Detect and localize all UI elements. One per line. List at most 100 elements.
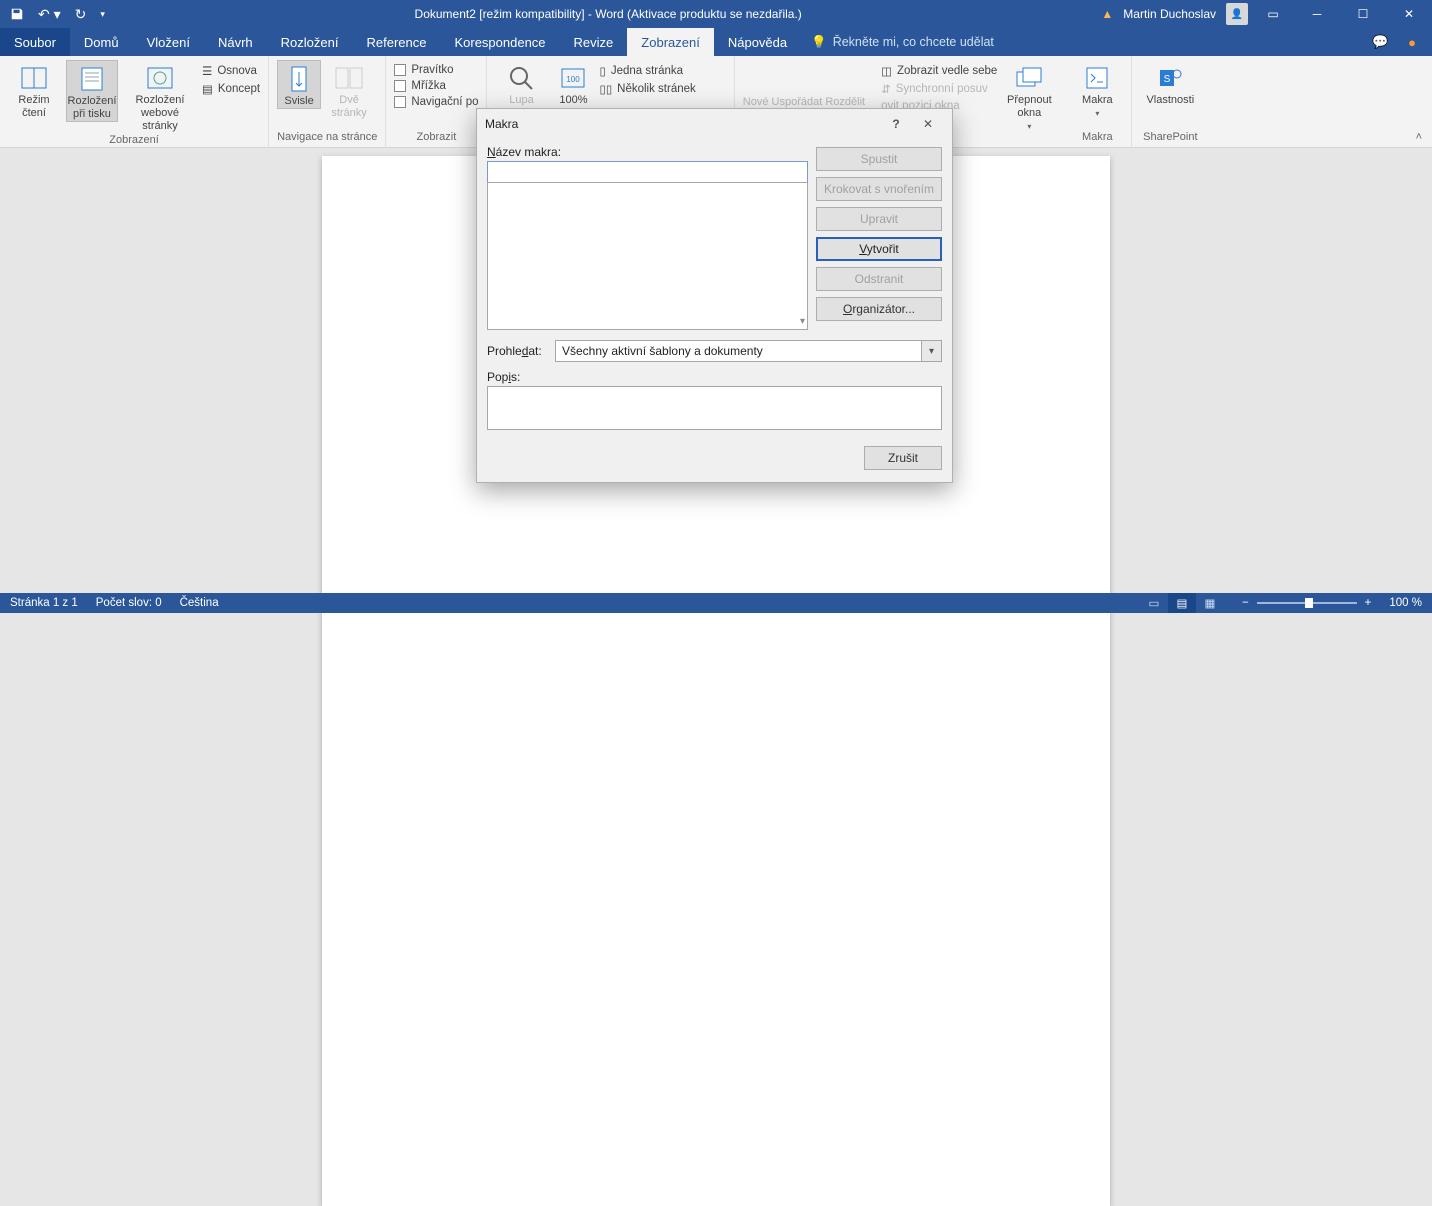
zoom-slider-thumb[interactable] xyxy=(1305,598,1313,608)
macro-name-input[interactable] xyxy=(487,161,808,183)
maximize-button[interactable]: ☐ xyxy=(1340,0,1386,28)
properties-button[interactable]: S Vlastnosti xyxy=(1140,60,1200,107)
web-layout-button[interactable]: Rozložení webové stránky xyxy=(124,60,196,134)
create-button[interactable]: Vytvořit xyxy=(816,237,942,261)
group-page-nav-label: Navigace na stránce xyxy=(277,131,377,147)
minimize-button[interactable]: ─ xyxy=(1294,0,1340,28)
pending-dot-icon[interactable]: ● xyxy=(1408,35,1416,50)
switch-windows-icon xyxy=(1013,64,1045,92)
organizer-button[interactable]: Organizátor... xyxy=(816,297,942,321)
read-mode-icon xyxy=(18,64,50,92)
group-views-label: Zobrazení xyxy=(8,134,260,148)
avatar[interactable]: 👤 xyxy=(1226,3,1248,25)
tab-insert[interactable]: Vložení xyxy=(133,28,204,56)
page-number-status[interactable]: Stránka 1 z 1 xyxy=(10,597,78,609)
tab-help[interactable]: Nápověda xyxy=(714,28,801,56)
web-layout-icon xyxy=(144,64,176,92)
switch-windows-button[interactable]: Přepnout okna ▾ xyxy=(1003,60,1055,132)
read-mode-label: Režim čtení xyxy=(18,94,49,120)
checkbox-icon xyxy=(394,96,406,108)
macros-button[interactable]: Makra ▾ xyxy=(1071,60,1123,119)
tab-view[interactable]: Zobrazení xyxy=(627,28,714,56)
status-bar: Stránka 1 z 1 Počet slov: 0 Čeština ▭ ▤ … xyxy=(0,593,1432,613)
group-macros: Makra ▾ Makra xyxy=(1063,56,1132,147)
read-mode-view-button[interactable]: ▭ xyxy=(1140,593,1168,613)
ribbon-display-icon[interactable]: ▭ xyxy=(1258,7,1288,21)
web-layout-view-button[interactable]: ▦ xyxy=(1196,593,1224,613)
lookin-label: Prohledat: xyxy=(487,344,547,358)
save-icon[interactable] xyxy=(10,7,24,21)
user-name[interactable]: Martin Duchoslav xyxy=(1123,7,1216,21)
read-mode-button[interactable]: Režim čtení xyxy=(8,60,60,120)
feedback-icon[interactable]: 💬 xyxy=(1372,34,1388,50)
dialog-help-button[interactable]: ? xyxy=(880,109,912,139)
side-by-side-button[interactable]: ◫Zobrazit vedle sebe xyxy=(881,64,997,78)
group-macros-label: Makra xyxy=(1071,131,1123,147)
delete-button: Odstranit xyxy=(816,267,942,291)
side-to-side-button: Dvě stránky xyxy=(327,60,371,120)
print-layout-button[interactable]: Rozložení při tisku xyxy=(66,60,118,122)
undo-icon[interactable]: ↶ ▾ xyxy=(38,6,61,23)
word-count-status[interactable]: Počet slov: 0 xyxy=(96,597,162,609)
description-textarea[interactable] xyxy=(487,386,942,430)
outline-button[interactable]: ☰Osnova xyxy=(202,64,260,78)
one-page-button[interactable]: ▯Jedna stránka xyxy=(599,64,695,78)
tab-file[interactable]: Soubor xyxy=(0,28,70,56)
group-show: Pravítko Mřížka Navigační po Zobrazit xyxy=(386,56,487,147)
tab-design[interactable]: Návrh xyxy=(204,28,267,56)
zoom-label: Lupa xyxy=(509,94,533,107)
lookin-select[interactable]: Všechny aktivní šablony a dokumenty ▾ xyxy=(555,340,942,362)
quick-access-toolbar: ↶ ▾ ↻ ▾ xyxy=(0,6,115,23)
macro-list[interactable]: ▾ xyxy=(487,182,808,330)
ruler-label: Pravítko xyxy=(411,64,453,76)
vertical-button[interactable]: Svisle xyxy=(277,60,321,109)
edit-button: Upravit xyxy=(816,207,942,231)
print-layout-view-button[interactable]: ▤ xyxy=(1168,593,1196,613)
tab-home[interactable]: Domů xyxy=(70,28,133,56)
nav-pane-label: Navigační po xyxy=(411,96,478,108)
side-to-side-icon xyxy=(333,64,365,92)
sharepoint-icon: S xyxy=(1154,64,1186,92)
side-to-side-label: Dvě stránky xyxy=(331,94,366,120)
zoom-slider[interactable] xyxy=(1257,602,1357,604)
chevron-down-icon: ▾ xyxy=(800,316,805,327)
nav-pane-checkbox[interactable]: Navigační po xyxy=(394,96,478,108)
tab-review[interactable]: Revize xyxy=(560,28,628,56)
draft-button[interactable]: ▤Koncept xyxy=(202,82,260,96)
web-layout-label: Rozložení webové stránky xyxy=(124,94,196,134)
redo-icon[interactable]: ↻ xyxy=(75,6,87,23)
organizer-button-label: Organizátor... xyxy=(843,302,915,316)
zoom-button[interactable]: Lupa xyxy=(495,60,547,107)
view-buttons: ▭ ▤ ▦ xyxy=(1140,593,1224,613)
switch-windows-label: Přepnout okna xyxy=(1007,94,1052,120)
tell-me-search[interactable]: 💡 Řekněte mi, co chcete udělat xyxy=(811,28,994,56)
gridlines-checkbox[interactable]: Mřížka xyxy=(394,80,478,92)
tab-references[interactable]: Reference xyxy=(352,28,440,56)
zoom-control: − + xyxy=(1242,597,1371,609)
zoom-100-button[interactable]: 100 100% xyxy=(553,60,593,107)
multi-page-button[interactable]: ▯▯Několik stránek xyxy=(599,82,695,96)
dialog-titlebar[interactable]: Makra ? ✕ xyxy=(477,109,952,139)
group-sharepoint-label: SharePoint xyxy=(1140,131,1200,147)
svg-text:S: S xyxy=(1164,74,1171,85)
create-button-label: Vytvořit xyxy=(859,242,899,256)
zoom-level[interactable]: 100 % xyxy=(1389,597,1422,609)
language-status[interactable]: Čeština xyxy=(180,597,219,609)
window-buttons-partial: Nové Uspořádat Rozdělit xyxy=(743,60,865,108)
qat-customize-icon[interactable]: ▾ xyxy=(100,9,105,20)
draft-label: Koncept xyxy=(218,83,260,95)
zoom-in-button[interactable]: + xyxy=(1365,597,1372,609)
close-button[interactable]: ✕ xyxy=(1386,0,1432,28)
collapse-ribbon-icon[interactable]: ˄ xyxy=(1416,131,1422,143)
lookin-value: Všechny aktivní šablony a dokumenty xyxy=(556,344,921,358)
group-page-nav: Svisle Dvě stránky Navigace na stránce xyxy=(269,56,386,147)
dialog-close-button[interactable]: ✕ xyxy=(912,109,944,139)
macros-dialog: Makra ? ✕ Název makra: ▾ Spustit Krokova… xyxy=(476,108,953,483)
ruler-checkbox[interactable]: Pravítko xyxy=(394,64,478,76)
macro-name-label: Název makra: xyxy=(487,145,808,159)
cancel-button[interactable]: Zrušit xyxy=(864,446,942,470)
zoom-out-button[interactable]: − xyxy=(1242,597,1249,609)
outline-label: Osnova xyxy=(217,65,257,77)
tab-layout[interactable]: Rozložení xyxy=(267,28,353,56)
tab-mailings[interactable]: Korespondence xyxy=(440,28,559,56)
